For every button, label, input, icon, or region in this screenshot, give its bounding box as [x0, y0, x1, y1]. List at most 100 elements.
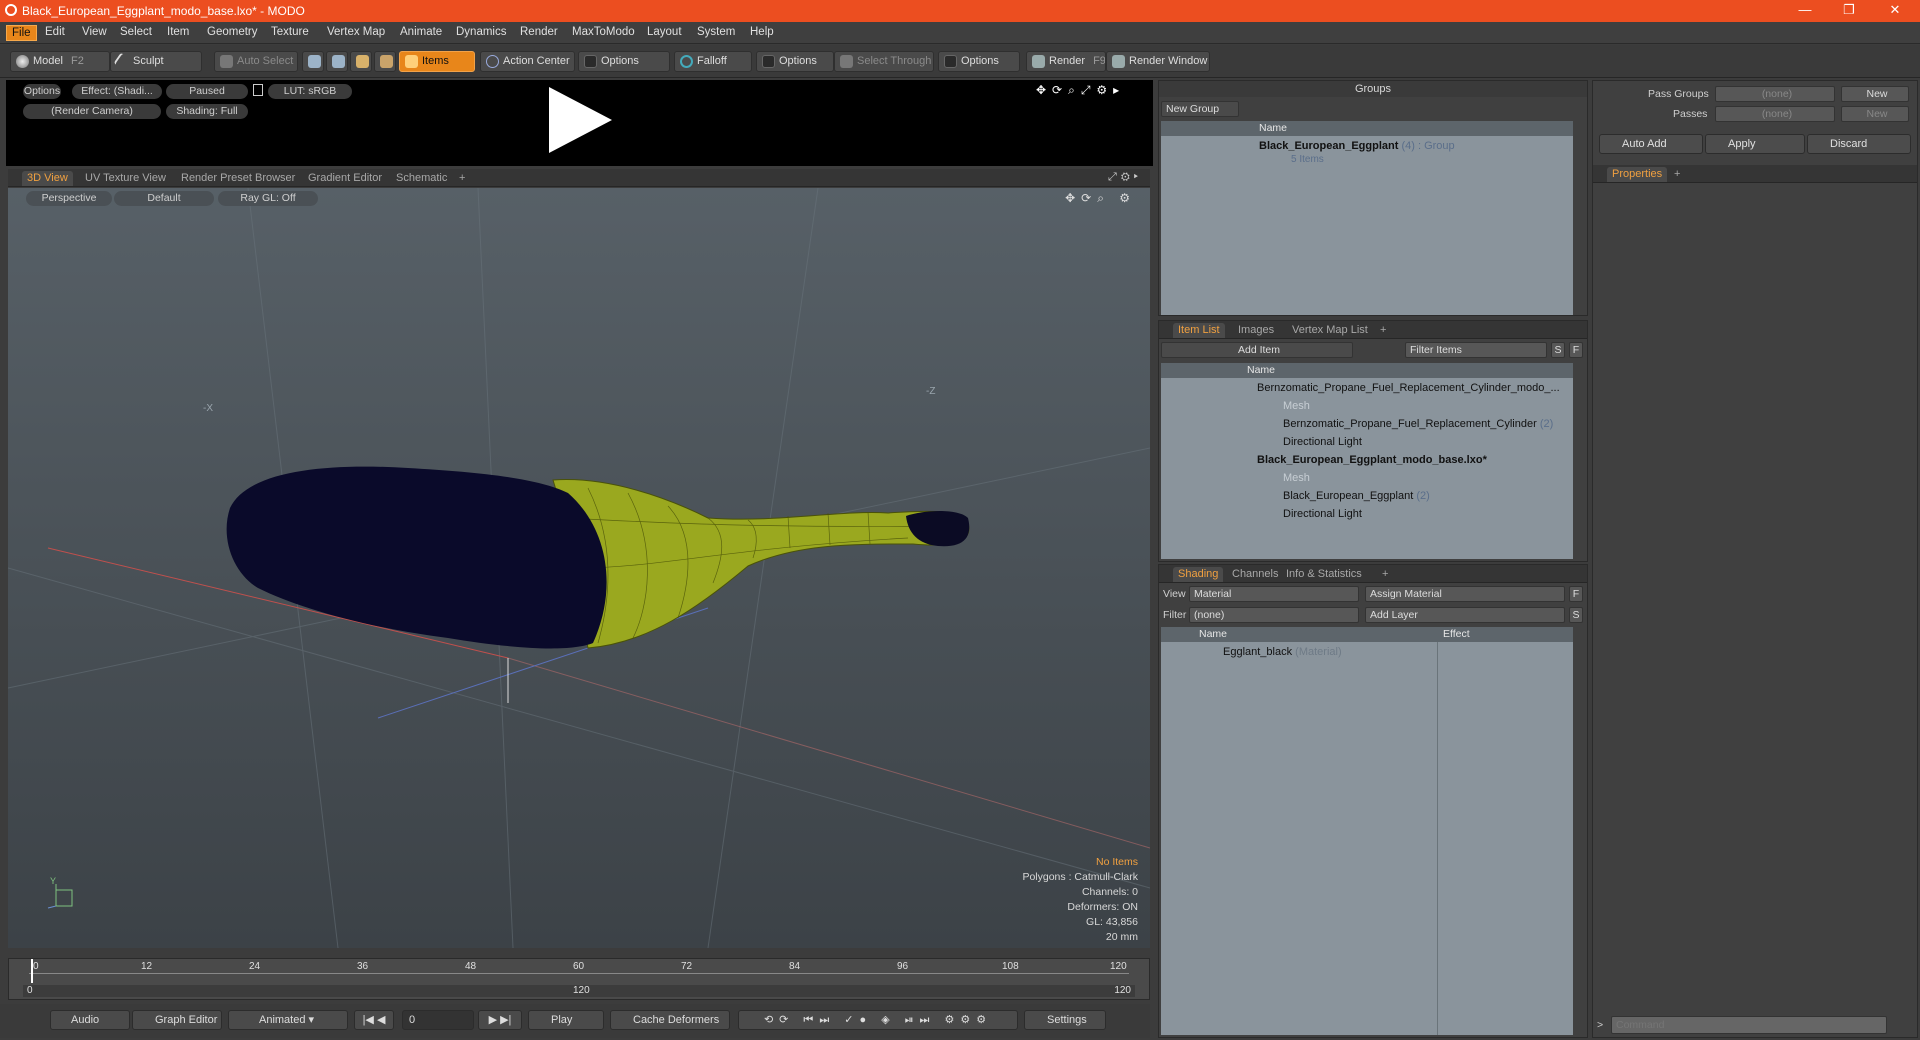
add-item-dropdown[interactable]: Add Item — [1161, 342, 1353, 358]
passes-dropdown[interactable]: (none) — [1715, 106, 1835, 122]
tab-add-properties[interactable]: + — [1669, 167, 1685, 182]
menu-help[interactable]: Help — [745, 25, 779, 39]
tab-add-shading[interactable]: + — [1377, 567, 1393, 582]
menu-geometry[interactable]: Geometry — [202, 25, 263, 39]
item-row-eggplant[interactable]: Black_European_Eggplant (2) — [1283, 487, 1430, 505]
menu-render[interactable]: Render — [515, 25, 563, 39]
sculpt-mode-button[interactable]: Sculpt — [110, 51, 202, 72]
tab-channels[interactable]: Channels — [1227, 567, 1283, 582]
tab-properties[interactable]: Properties — [1607, 167, 1668, 182]
item-list[interactable]: Name Bernzomatic_Propane_Fuel_Replacemen… — [1161, 363, 1573, 559]
animation-tool-icons[interactable]: ⟲⟳ ⏮⏭ ✓● ◈ ⏯⏭ ⚙⚙⚙ — [738, 1010, 1018, 1030]
preview-effect-dropdown[interactable]: Effect: (Shadi... — [72, 84, 162, 99]
shader-tree[interactable]: Name Effect Egglant_black (Material) — [1161, 627, 1573, 1035]
material-row[interactable]: Egglant_black (Material) — [1223, 643, 1342, 661]
animated-dropdown[interactable]: Animated ▾ — [228, 1010, 348, 1030]
maximize-button[interactable]: ❐ — [1829, 2, 1869, 20]
menu-system[interactable]: System — [692, 25, 740, 39]
settings-button[interactable]: Settings — [1024, 1010, 1106, 1030]
filter-s-button[interactable]: S — [1551, 342, 1565, 358]
edges-mode-button[interactable] — [326, 51, 348, 72]
view-dropdown[interactable]: Material — [1189, 586, 1359, 602]
frame-input[interactable]: 0 — [402, 1010, 474, 1030]
menu-vertex-map[interactable]: Vertex Map — [322, 25, 390, 39]
menu-select[interactable]: Select — [115, 25, 157, 39]
new-group-button[interactable]: New Group — [1161, 101, 1239, 117]
groups-list[interactable]: Name Black_European_Eggplant (4) : Group… — [1161, 121, 1573, 315]
menu-maxtomodo[interactable]: MaxToModo — [567, 25, 640, 39]
item-row-light-1[interactable]: Directional Light — [1283, 433, 1362, 451]
item-row-cylinder[interactable]: Bernzomatic_Propane_Fuel_Replacement_Cyl… — [1283, 415, 1553, 433]
item-row-scene-1[interactable]: Bernzomatic_Propane_Fuel_Replacement_Cyl… — [1257, 379, 1567, 397]
shading-s-button[interactable]: S — [1569, 607, 1583, 623]
tab-add[interactable]: + — [454, 171, 470, 186]
filter-f-button[interactable]: F — [1569, 342, 1583, 358]
model-mode-button[interactable]: Model F2 — [10, 51, 110, 72]
menu-view[interactable]: View — [77, 25, 112, 39]
projection-dropdown[interactable]: Perspective — [26, 191, 112, 206]
raygl-toggle[interactable]: Ray GL: Off — [218, 191, 318, 206]
lock-icon[interactable] — [253, 84, 263, 96]
menu-item[interactable]: Item — [162, 25, 194, 39]
menu-file[interactable]: File — [6, 25, 37, 41]
menu-dynamics[interactable]: Dynamics — [451, 25, 511, 39]
graph-editor-button[interactable]: Graph Editor — [132, 1010, 222, 1030]
falloff-button[interactable]: Falloff — [674, 51, 752, 72]
viewport-nav-icons[interactable]: ✥⟳⌕ ⚙ — [1065, 191, 1136, 206]
preview-paused-toggle[interactable]: Paused — [166, 84, 248, 99]
auto-add-button[interactable]: Auto Add — [1599, 134, 1703, 154]
tab-vertex-map-list[interactable]: Vertex Map List — [1287, 323, 1373, 338]
preview-lut-dropdown[interactable]: LUT: sRGB — [268, 84, 352, 99]
close-button[interactable]: ✕ — [1875, 2, 1915, 20]
viewport-3d[interactable]: -X -Z Y No Items Polygons : Catmull-Clar… — [8, 188, 1150, 948]
cache-deformers-button[interactable]: Cache Deformers — [610, 1010, 730, 1030]
tab-info-statistics[interactable]: Info & Statistics — [1281, 567, 1367, 582]
timeline[interactable]: 0 12 24 36 48 60 72 84 96 108 120 0 120 … — [8, 958, 1150, 1000]
tab-uv-texture-view[interactable]: UV Texture View — [80, 171, 171, 186]
menu-texture[interactable]: Texture — [266, 25, 314, 39]
select-through-button[interactable]: Select Through — [834, 51, 934, 72]
eggplant-model[interactable] — [226, 466, 970, 649]
next-key-buttons[interactable]: ▶ ▶| — [478, 1010, 522, 1030]
new-pass-group-button[interactable]: New — [1841, 86, 1909, 102]
filter-dropdown[interactable]: (none) — [1189, 607, 1359, 623]
menu-animate[interactable]: Animate — [395, 25, 447, 39]
play-button[interactable]: Play — [528, 1010, 604, 1030]
group-row[interactable]: Black_European_Eggplant (4) : Group — [1259, 137, 1455, 155]
menu-edit[interactable]: Edit — [40, 25, 70, 39]
tab-schematic[interactable]: Schematic — [391, 171, 452, 186]
play-icon[interactable] — [549, 87, 612, 153]
tab-gradient-editor[interactable]: Gradient Editor — [303, 171, 387, 186]
assign-material-dropdown[interactable]: Assign Material — [1365, 586, 1565, 602]
prev-key-buttons[interactable]: |◀ ◀ — [354, 1010, 394, 1030]
command-input[interactable] — [1611, 1016, 1887, 1034]
pass-groups-dropdown[interactable]: (none) — [1715, 86, 1835, 102]
item-row-mesh-2[interactable]: Mesh — [1283, 469, 1310, 487]
timeline-range-bar[interactable]: 0 120 120 — [23, 985, 1135, 997]
menu-layout[interactable]: Layout — [642, 25, 687, 39]
discard-button[interactable]: Discard — [1807, 134, 1911, 154]
item-row-light-2[interactable]: Directional Light — [1283, 505, 1362, 523]
preview-camera-dropdown[interactable]: (Render Camera) — [23, 104, 161, 119]
timeline-playhead[interactable] — [31, 959, 33, 983]
apply-button[interactable]: Apply — [1705, 134, 1805, 154]
viewport-tab-icons[interactable]: ⤢⚙▸ — [1108, 171, 1142, 184]
render-window-button[interactable]: Render Window — [1106, 51, 1210, 72]
tab-add-list[interactable]: + — [1375, 323, 1391, 338]
tab-item-list[interactable]: Item List — [1173, 323, 1225, 338]
tab-images[interactable]: Images — [1233, 323, 1279, 338]
filter-items-input[interactable]: Filter Items — [1405, 342, 1547, 358]
items-mode-button[interactable]: Items — [399, 51, 475, 72]
item-row-scene-2[interactable]: Black_European_Eggplant_modo_base.lxo* — [1257, 451, 1487, 469]
falloff-options-button[interactable]: Options — [756, 51, 834, 72]
audio-button[interactable]: Audio — [50, 1010, 130, 1030]
polygons-mode-button[interactable] — [350, 51, 372, 72]
add-layer-dropdown[interactable]: Add Layer — [1365, 607, 1565, 623]
tab-shading[interactable]: Shading — [1173, 567, 1224, 582]
materials-mode-button[interactable] — [374, 51, 396, 72]
shading-f-button[interactable]: F — [1569, 586, 1583, 602]
action-center-options-button[interactable]: Options — [578, 51, 670, 72]
preview-options-button[interactable]: Options — [23, 84, 61, 99]
preview-shading-dropdown[interactable]: Shading: Full — [166, 104, 248, 119]
tab-render-preset-browser[interactable]: Render Preset Browser — [176, 171, 300, 186]
